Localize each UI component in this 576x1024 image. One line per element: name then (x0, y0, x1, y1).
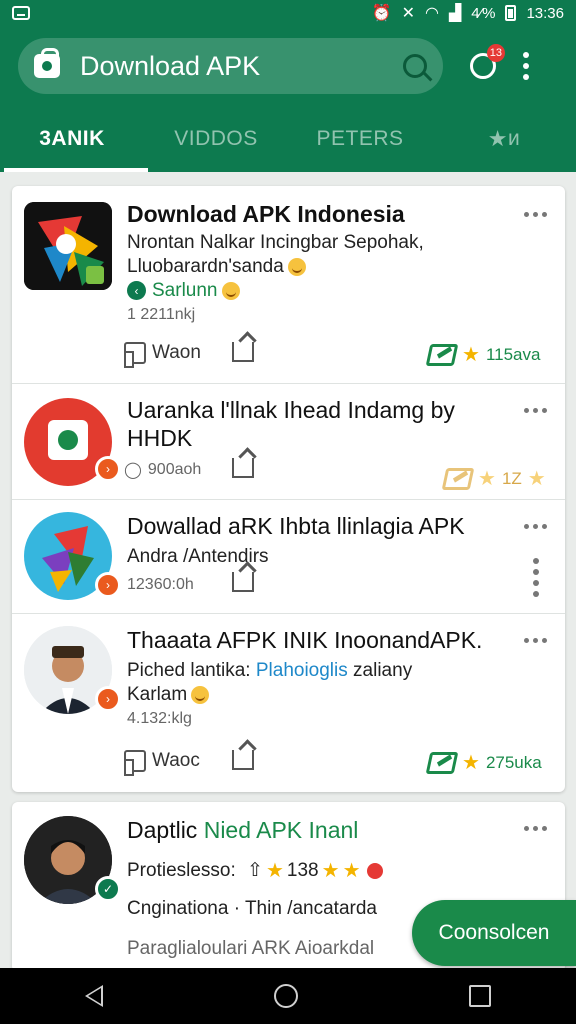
thumbs-up-icon (124, 342, 146, 368)
item-description: Nrontan Nalkar Incingbar Sepohak, (127, 232, 424, 253)
share-icon (232, 458, 254, 478)
rating-icons: ⇧ ★ 138 ★ ★ (247, 858, 383, 883)
rating-group[interactable]: ★ 115ava (425, 342, 540, 367)
app-badge-icon: › (95, 456, 121, 482)
list-item[interactable]: Download APK Indonesia Nrontan Nalkar In… (12, 186, 565, 384)
battery-icon (505, 5, 517, 21)
back-icon[interactable] (85, 985, 104, 1007)
item-title: Thaaata AFPK INIK InoonandAPK. (127, 627, 483, 653)
smile-emoji-icon (221, 281, 240, 300)
play-store-bag-icon (34, 48, 60, 78)
tab-peters[interactable]: PETERS (288, 106, 432, 172)
star-icon: ★ (462, 344, 480, 366)
like-button[interactable]: Waon (124, 342, 201, 368)
arrow-up-icon: ⇧ (247, 860, 263, 881)
star-icon: ★ (265, 860, 284, 882)
review-icon (425, 343, 459, 366)
notifications-button[interactable]: 13 (463, 44, 505, 86)
clock: 13:36 (526, 4, 564, 22)
app-notification-icon (12, 6, 30, 20)
item-title: Uaranka l'llnak Ihead Indamg by HHDK (127, 397, 455, 451)
star-icon: ★ (321, 860, 340, 882)
item-description: Andra /Antendirs (127, 546, 269, 567)
star-icon: ★ (462, 752, 480, 774)
star-icon: ★ (342, 860, 361, 882)
signal-icon: ▟ (448, 5, 462, 22)
app-header: Download APK 13 (0, 26, 576, 106)
alarm-icon: ⏰ (371, 5, 392, 22)
list-item[interactable]: › Thaaata AFPK INIK InoonandAPK. Piched … (12, 614, 565, 792)
share-icon (232, 750, 254, 770)
rating-group[interactable]: ★ 1Z ★ (441, 466, 546, 491)
feed: Download APK Indonesia Nrontan Nalkar In… (12, 186, 565, 972)
clock-icon: ◯ (124, 462, 142, 479)
review-icon (425, 751, 459, 774)
verified-icon: ‹ (127, 281, 146, 301)
tab-favorites[interactable]: ★ ᴎ (432, 106, 576, 172)
overflow-menu-icon[interactable] (523, 52, 529, 80)
record-icon (366, 862, 383, 879)
smile-emoji-icon (191, 685, 210, 704)
list-item[interactable]: › Uaranka l'llnak Ihead Indamg by HHDK ◯… (12, 384, 565, 500)
feed-card: Download APK Indonesia Nrontan Nalkar In… (12, 186, 565, 792)
tab-bar: 3ANIK VIDDOS PETERS ★ ᴎ (0, 106, 576, 172)
star-icon: ★ (527, 468, 546, 490)
tab-videos[interactable]: VIDDOS (144, 106, 288, 172)
item-publisher: ‹ Sarlunn (127, 280, 535, 302)
share-icon (232, 572, 254, 592)
verified-badge-icon: ✓ (95, 876, 121, 902)
search-icon[interactable] (403, 54, 427, 78)
item-meta: ◯ 900aoh (124, 461, 202, 479)
rating-group[interactable]: ★ 275uka (425, 750, 542, 775)
tab-favorites-label: ᴎ (508, 127, 521, 150)
app-icon (24, 202, 112, 290)
like-button[interactable]: Waoc (124, 750, 200, 776)
status-bar: ⏰ ✕ ◠ ▟ 4⁄% 13:36 (0, 0, 576, 26)
item-meta: 1 2211nkj (127, 306, 196, 323)
item-title: Download APK Indonesia (127, 201, 405, 227)
tab-banik[interactable]: 3ANIK (0, 106, 148, 172)
consolidate-fab[interactable]: Coonsolcen (412, 900, 576, 966)
share-button[interactable] (232, 572, 254, 592)
search-input[interactable]: Download APK (80, 51, 403, 82)
item-description-2: Karlam (127, 684, 535, 706)
search-bar[interactable]: Download APK (18, 38, 443, 94)
system-nav-bar (0, 968, 576, 1024)
thumbs-up-icon (124, 750, 146, 776)
item-menu-icon[interactable] (524, 826, 547, 831)
list-item[interactable]: › Dowallad aRK Ihbta llinlagia APK Andra… (12, 500, 565, 614)
item-description: Protieslesso: ⇧ ★ 138 ★ ★ (127, 858, 535, 883)
item-meta: 4.132:klg (127, 710, 192, 727)
review-icon (441, 467, 475, 490)
item-meta: 12360:0h (127, 576, 194, 593)
recent-apps-icon[interactable] (468, 985, 491, 1007)
share-button[interactable] (232, 750, 254, 770)
item-description: Piched lantika: Plahoioglis zaliany (127, 660, 413, 681)
share-icon (232, 342, 254, 362)
share-button[interactable] (232, 458, 254, 478)
mute-icon: ✕ (401, 5, 415, 22)
star-icon: ★ (487, 126, 508, 151)
star-icon: ★ (478, 468, 496, 490)
notification-count-badge: 13 (486, 44, 505, 62)
item-title: Dowallad aRK Ihbta llinlagia APK (127, 513, 465, 539)
item-title: Daptlic Nied APK Inanl (127, 817, 359, 843)
item-menu-icon[interactable] (524, 408, 547, 413)
item-menu-icon[interactable] (524, 524, 547, 529)
smile-emoji-icon (287, 257, 306, 276)
item-menu-icon[interactable] (524, 212, 547, 217)
wifi-icon: ◠ (424, 5, 439, 22)
item-menu-icon[interactable] (524, 638, 547, 643)
item-description-2: Lluobarardn'sanda (127, 256, 535, 278)
share-button[interactable] (232, 342, 254, 362)
home-icon[interactable] (273, 984, 298, 1008)
app-badge-icon: › (95, 686, 121, 712)
battery-percent: 4⁄% (471, 4, 496, 22)
app-badge-icon: › (95, 572, 121, 598)
